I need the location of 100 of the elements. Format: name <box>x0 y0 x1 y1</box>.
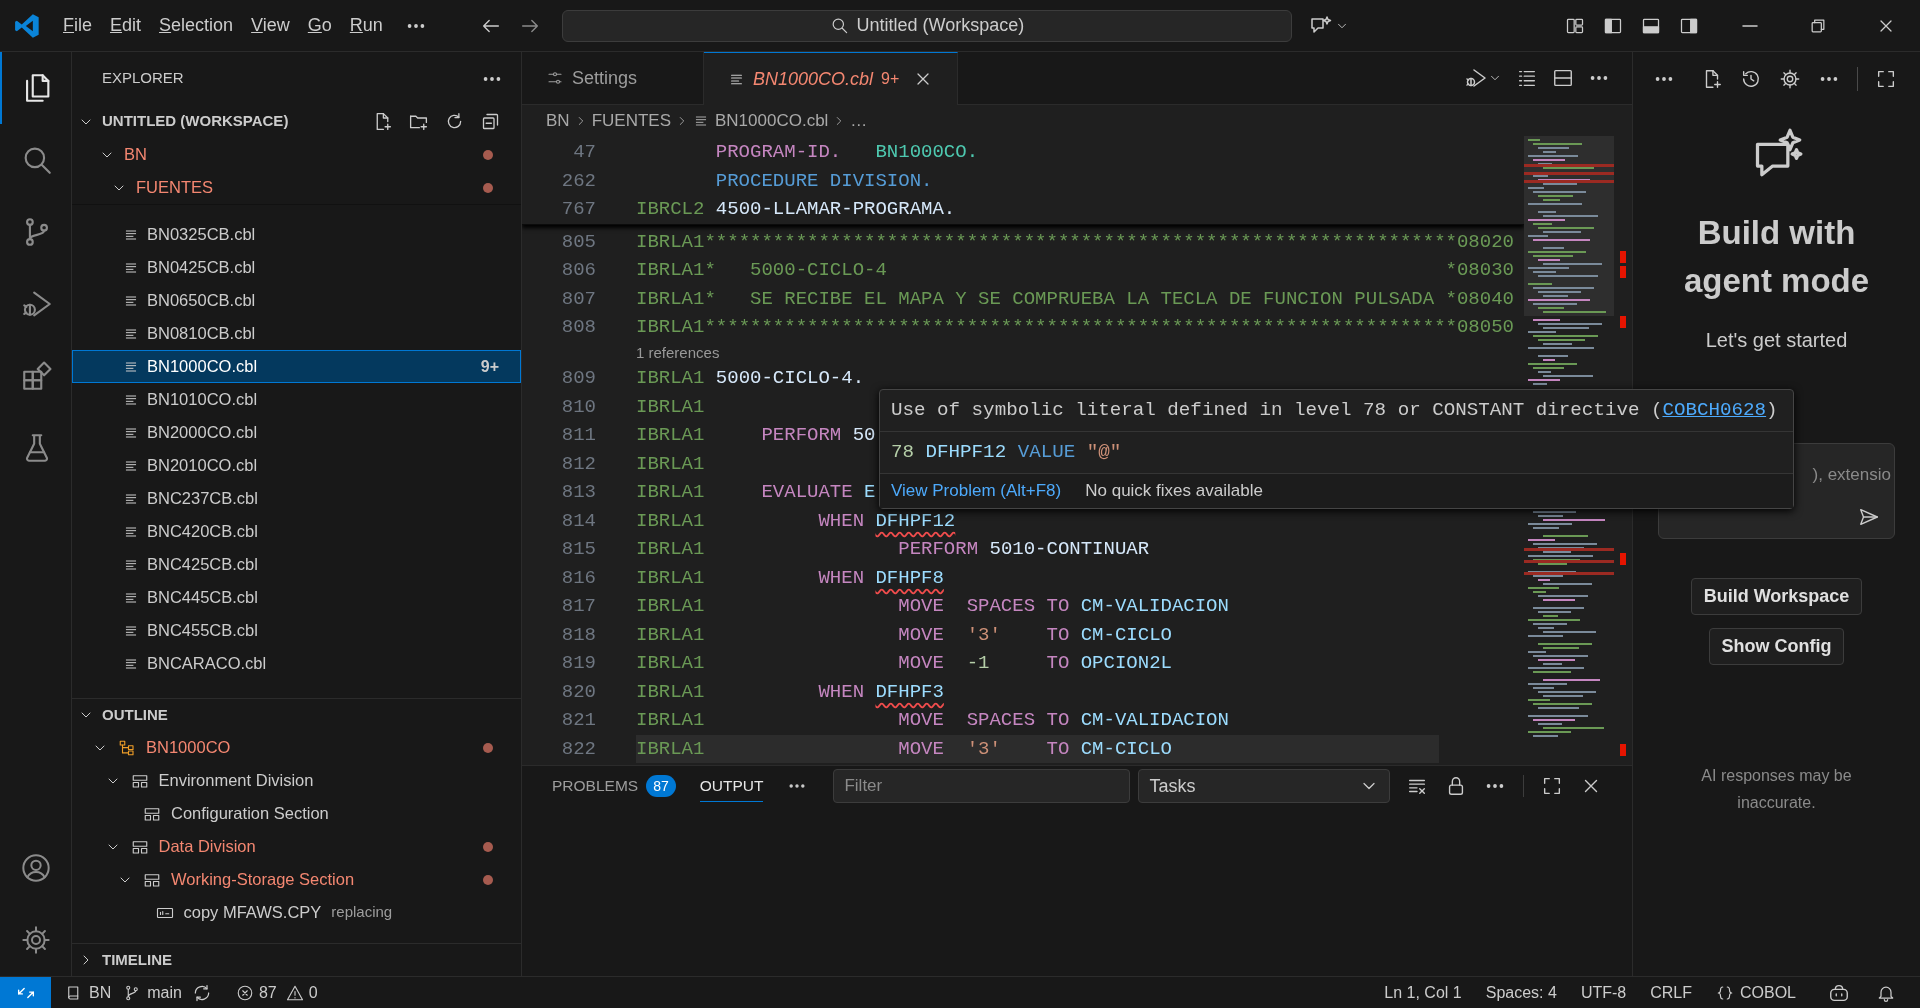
chat-action-button[interactable]: Show Config <box>1708 628 1845 665</box>
panel-tab[interactable]: OUTPUT <box>699 770 764 802</box>
error-marker <box>1620 744 1626 756</box>
tree-item[interactable]: BN1010CO.cbl <box>72 383 521 416</box>
tree-item[interactable]: BN0810CB.cbl <box>72 317 521 350</box>
tree-item[interactable]: BNC455CB.cbl <box>72 614 521 647</box>
tree-item[interactable]: BNC237CB.cbl <box>72 482 521 515</box>
menu-item[interactable]: View <box>242 12 299 39</box>
item-description: replacing <box>331 902 393 923</box>
line-number: 818 <box>560 622 596 648</box>
tree-item[interactable]: BN0650CB.cbl <box>72 284 521 317</box>
code-line: IBRLA1 MOVE SPACES TO CM-VALIDACION <box>636 708 1229 733</box>
hover-message: Use of symbolic literal defined in level 78 or CONSTANT directive (COBCH0628) <box>891 398 1778 424</box>
code-line: IBRLA1******************************************************************08050 <box>636 315 1514 340</box>
breadcrumb-item[interactable]: FUENTES <box>591 107 671 134</box>
error-marker <box>1620 251 1626 263</box>
symbol-definition: 78 DFHPF12 VALUE "@" <box>891 440 1122 466</box>
code-line: IBRCL2 4500-LLAMAR-PROGRAMA. <box>636 197 956 222</box>
code-line: IBRLA1 WHEN DFHPF8 <box>636 565 944 591</box>
tree-item[interactable]: Environment Division <box>72 764 521 797</box>
count-badge: 87 <box>646 774 676 797</box>
code-line: IBRLA1* 5000-CICLO-4 *08030 <box>636 258 1514 283</box>
status-item[interactable]: main <box>123 980 182 1005</box>
code-line: IBRLA1 5000-CICLO-4. <box>636 366 865 391</box>
warning-count: 0 <box>308 982 318 1003</box>
tree-item[interactable]: FUENTES <box>72 171 521 204</box>
code-line: PROGRAM-ID. BN1000CO. <box>714 140 979 165</box>
line-number: 817 <box>560 594 596 619</box>
line-number: 808 <box>560 315 596 340</box>
editor-tab[interactable]: BN1000CO.cbl 9+ <box>704 52 959 105</box>
settings-icon[interactable] <box>1779 67 1801 90</box>
disclaimer: AI responses may be inaccurate. <box>1700 766 1853 813</box>
error-count: 87 <box>258 982 277 1003</box>
collapse-all-icon[interactable] <box>480 111 501 132</box>
chat-heading: Build with agent mode <box>1682 213 1871 301</box>
tree-item[interactable]: BN2010CO.cbl <box>72 449 521 482</box>
tree-item[interactable]: BN0325CB.cbl <box>72 218 521 251</box>
account-icon <box>19 852 52 884</box>
filter-field[interactable]: Filter <box>833 769 1131 803</box>
minimize-icon <box>1742 24 1758 27</box>
tree-item[interactable]: copy MFAWS.CPY replacing <box>72 896 521 929</box>
tree-item[interactable]: Configuration Section <box>72 797 521 830</box>
error-marker <box>1620 316 1626 328</box>
menu-item[interactable]: Selection <box>150 12 243 39</box>
breadcrumb-item[interactable]: BN <box>546 107 570 134</box>
tree-item[interactable]: BN <box>72 138 521 171</box>
line-number: 814 <box>560 508 596 534</box>
status-item[interactable]: CRLF <box>1650 980 1692 1005</box>
menu-item[interactable]: Edit <box>101 12 151 39</box>
tree-item[interactable]: Data Division <box>72 830 521 863</box>
split-editor-icon[interactable] <box>1552 67 1574 89</box>
tree-item[interactable]: Working-Storage Section <box>72 863 521 896</box>
line-number: 807 <box>560 286 596 312</box>
language-status[interactable]: COBOL <box>1716 980 1796 1005</box>
problems-status[interactable]: 87 0 <box>235 980 318 1005</box>
breadcrumb-item[interactable]: BN1000CO.cbl <box>692 107 829 134</box>
tree-item[interactable]: BN1000CO.cbl 9+ <box>72 350 521 383</box>
tree-item[interactable]: BN0425CB.cbl <box>72 251 521 284</box>
remote-button[interactable] <box>0 977 51 1008</box>
hover-note: No quick fixes available <box>1085 480 1263 503</box>
error-marker <box>1620 266 1626 278</box>
section-header[interactable]: OUTLINE <box>72 698 521 731</box>
code-line: IBRLA1 PERFORM 50 <box>636 423 876 448</box>
view-problem-link[interactable]: View Problem (Alt+F8) <box>891 478 1062 504</box>
tree-item[interactable]: BNC425CB.cbl <box>72 548 521 581</box>
error-code-link[interactable]: COBCH0628 <box>1662 399 1767 422</box>
sidebar-title: EXPLORER <box>102 68 184 89</box>
line-number: 820 <box>560 679 596 705</box>
channel-dropdown[interactable]: Tasks <box>1138 769 1391 803</box>
braces-icon <box>1716 983 1734 1002</box>
code-lens[interactable]: 1 references <box>636 341 720 364</box>
chat-action-button[interactable]: Build Workspace <box>1690 578 1863 615</box>
line-number: 809 <box>560 366 596 391</box>
code-line: IBRLA1 <box>636 394 705 420</box>
status-item[interactable]: UTF-8 <box>1580 980 1627 1005</box>
tree-item[interactable]: BNCARACO.cbl <box>72 647 521 680</box>
tree-item[interactable]: BNC420CB.cbl <box>72 515 521 548</box>
tree-item[interactable]: BNC445CB.cbl <box>72 581 521 614</box>
section-header[interactable]: UNTITLED (WORKSPACE) <box>72 105 521 138</box>
code-line: IBRLA1 WHEN DFHPF3 <box>636 679 944 705</box>
line-number: 822 <box>560 736 596 762</box>
menu-item[interactable]: File <box>54 12 101 39</box>
status-item[interactable]: Spaces: 4 <box>1485 980 1557 1005</box>
status-item[interactable]: BN <box>65 980 112 1005</box>
chat-input[interactable]: ), extensio <box>1796 462 1891 488</box>
tree-item[interactable]: BN2000CO.cbl <box>72 416 521 449</box>
code-line: IBRLA1 MOVE -1 TO OPCION2L <box>636 651 1172 676</box>
breadcrumb-item[interactable]: … <box>850 107 868 134</box>
line-number: 262 <box>560 168 596 194</box>
code-line: IBRLA1 MOVE '3' TO CM-CICLO <box>636 622 1172 648</box>
panel-tab[interactable]: PROBLEMS 87 <box>552 770 676 802</box>
menu-item[interactable]: Run <box>340 12 392 39</box>
run-button[interactable] <box>1464 66 1502 90</box>
module-icon <box>118 738 136 757</box>
settings-icon <box>19 924 52 956</box>
line-number: 806 <box>560 258 596 283</box>
menu-item[interactable]: Go <box>298 12 341 39</box>
tree-item[interactable]: BN1000CO <box>72 731 521 764</box>
command-center-search[interactable]: Untitled (Workspace) <box>561 9 1292 42</box>
status-item[interactable]: Ln 1, Col 1 <box>1384 980 1462 1005</box>
